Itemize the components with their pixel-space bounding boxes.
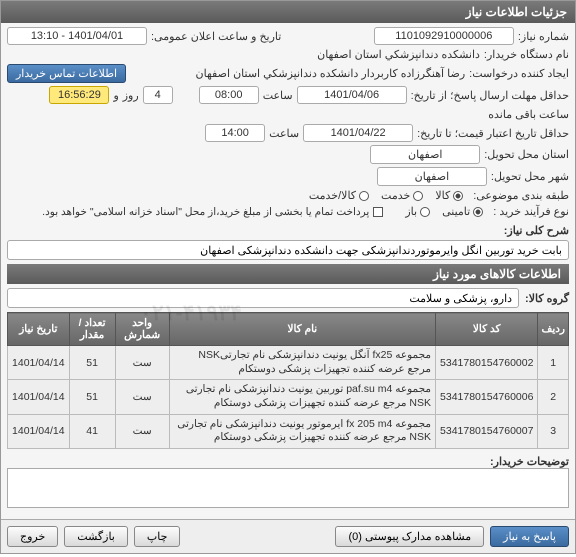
cell-unit: ست [115,414,169,448]
requester-value: رضا آهنگرزاده کاربردار دانشکده دندانپزشک… [196,67,466,80]
deadline-time: 08:00 [199,86,259,104]
process-type-label: نوع فرآیند خرید : [493,205,569,218]
cell-qty: 51 [69,380,115,414]
col-idx: ردیف [538,313,569,346]
radio-goods-service[interactable]: کالا/خدمت [309,189,369,202]
cell-code: 5341780154760002 [436,346,538,380]
buyer-org-label: نام دستگاه خریدار: [484,48,569,61]
province-label: استان محل تحویل: [484,148,569,161]
radio-dot-icon [359,191,369,201]
panel-title: جزئیات اطلاعات نیاز [1,1,575,23]
respond-button[interactable]: پاسخ به نیاز [490,526,569,547]
exit-button[interactable]: خروج [7,526,58,547]
radio-goods-service-label: کالا/خدمت [309,189,356,202]
classification-radios: کالا خدمت کالا/خدمت [309,189,463,202]
radio-dot-icon [420,207,430,217]
need-no-value: 1101092910000006 [374,27,514,45]
time-left: 16:56:29 [49,86,109,104]
col-name: نام کالا [169,313,435,346]
cell-code: 5341780154760007 [436,414,538,448]
cell-name: مجموعه fx 205 m4 ایرموتور یونیت دندانپزش… [169,414,435,448]
need-no-label: شماره نیاز: [518,30,569,43]
description-label: شرح کلی نیاز: [504,225,569,237]
process-type-radios: تامینی باز [405,205,483,218]
valid-time: 14:00 [205,124,265,142]
city-value: اصفهان [377,167,487,186]
col-unit: واحد شمارش [115,313,169,346]
and-label: و [113,89,118,102]
requester-label: ایجاد کننده درخواست: [469,67,569,80]
goods-table: ردیف کد کالا نام کالا واحد شمارش تعداد /… [7,312,569,449]
cell-date: 1401/04/14 [8,346,70,380]
comments-label: توضیحات خریدار: [490,456,569,468]
radio-guarantee[interactable]: تامینی [442,205,483,218]
description-input[interactable] [7,240,569,260]
province-value: اصفهان [370,145,480,164]
classification-label: طبقه بندی موضوعی: [473,189,569,202]
hour-label-2: ساعت [269,127,299,140]
table-row[interactable]: 3 5341780154760007 مجموعه fx 205 m4 ایرم… [8,414,569,448]
valid-from-label: حداقل تاریخ اعتبار قیمت؛ تا تاریخ: [417,127,569,140]
table-row[interactable]: 1 5341780154760002 مجموعه fx25 آنگل یونی… [8,346,569,380]
goods-group-label: گروه کالا: [525,292,569,305]
radio-service[interactable]: خدمت [381,189,423,202]
attachments-button[interactable]: مشاهده مدارک پیوستی (0) [335,526,484,547]
radio-dot-icon [413,191,423,201]
announce-dt-label: تاریخ و ساعت اعلان عمومی: [151,30,281,43]
goods-group-input[interactable] [7,288,519,308]
cell-name: مجموعه paf.su m4 توربین یونیت دندانپزشکی… [169,380,435,414]
cell-unit: ست [115,346,169,380]
footer-bar: پاسخ به نیاز مشاهده مدارک پیوستی (0) چاپ… [1,519,575,553]
cell-qty: 41 [69,414,115,448]
goods-section-title: اطلاعات کالاهای مورد نیاز [7,264,569,284]
cell-name: مجموعه fx25 آنگل یونیت دندانپزشکی نام تج… [169,346,435,380]
city-label: شهر محل تحویل: [491,170,569,183]
valid-date: 1401/04/22 [303,124,413,142]
radio-open-label: باز [405,205,417,218]
col-date: تاریخ نیاز [8,313,70,346]
contact-buyer-button[interactable]: اطلاعات تماس خریدار [7,64,126,83]
radio-dot-icon [453,191,463,201]
days-left: 4 [143,86,173,104]
radio-open[interactable]: باز [405,205,430,218]
back-button[interactable]: بازگشت [64,526,128,547]
checkbox-icon [373,207,383,217]
deadline-date: 1401/04/06 [297,86,407,104]
cell-date: 1401/04/14 [8,414,70,448]
cell-qty: 51 [69,346,115,380]
cell-date: 1401/04/14 [8,380,70,414]
radio-dot-icon [473,207,483,217]
cell-idx: 2 [538,380,569,414]
radio-guarantee-label: تامینی [442,205,470,218]
cell-idx: 3 [538,414,569,448]
radio-service-label: خدمت [381,189,410,202]
col-code: کد کالا [436,313,538,346]
hour-label-1: ساعت [263,89,293,102]
announce-dt-value: 1401/04/01 - 13:10 [7,27,147,45]
radio-goods[interactable]: کالا [435,189,463,202]
radio-goods-label: کالا [435,189,450,202]
payment-checkbox[interactable]: پرداخت تمام یا بخشی از مبلغ خرید،از محل … [42,206,383,218]
comments-textarea[interactable] [7,468,569,508]
day-label: روز [123,89,139,102]
payment-note: پرداخت تمام یا بخشی از مبلغ خرید،از محل … [42,206,369,218]
col-qty: تعداد / مقدار [69,313,115,346]
cell-idx: 1 [538,346,569,380]
details-panel: جزئیات اطلاعات نیاز شماره نیاز: 11010929… [0,0,576,554]
remaining-label: ساعت باقی مانده [488,108,569,121]
buyer-org-value: دانشکده دندانپزشکي استان اصفهان [317,48,480,61]
deadline-label: حداقل مهلت ارسال پاسخ؛ از تاریخ: [411,89,569,102]
cell-code: 5341780154760006 [436,380,538,414]
cell-unit: ست [115,380,169,414]
print-button[interactable]: چاپ [134,526,181,547]
table-row[interactable]: 2 5341780154760006 مجموعه paf.su m4 تورب… [8,380,569,414]
